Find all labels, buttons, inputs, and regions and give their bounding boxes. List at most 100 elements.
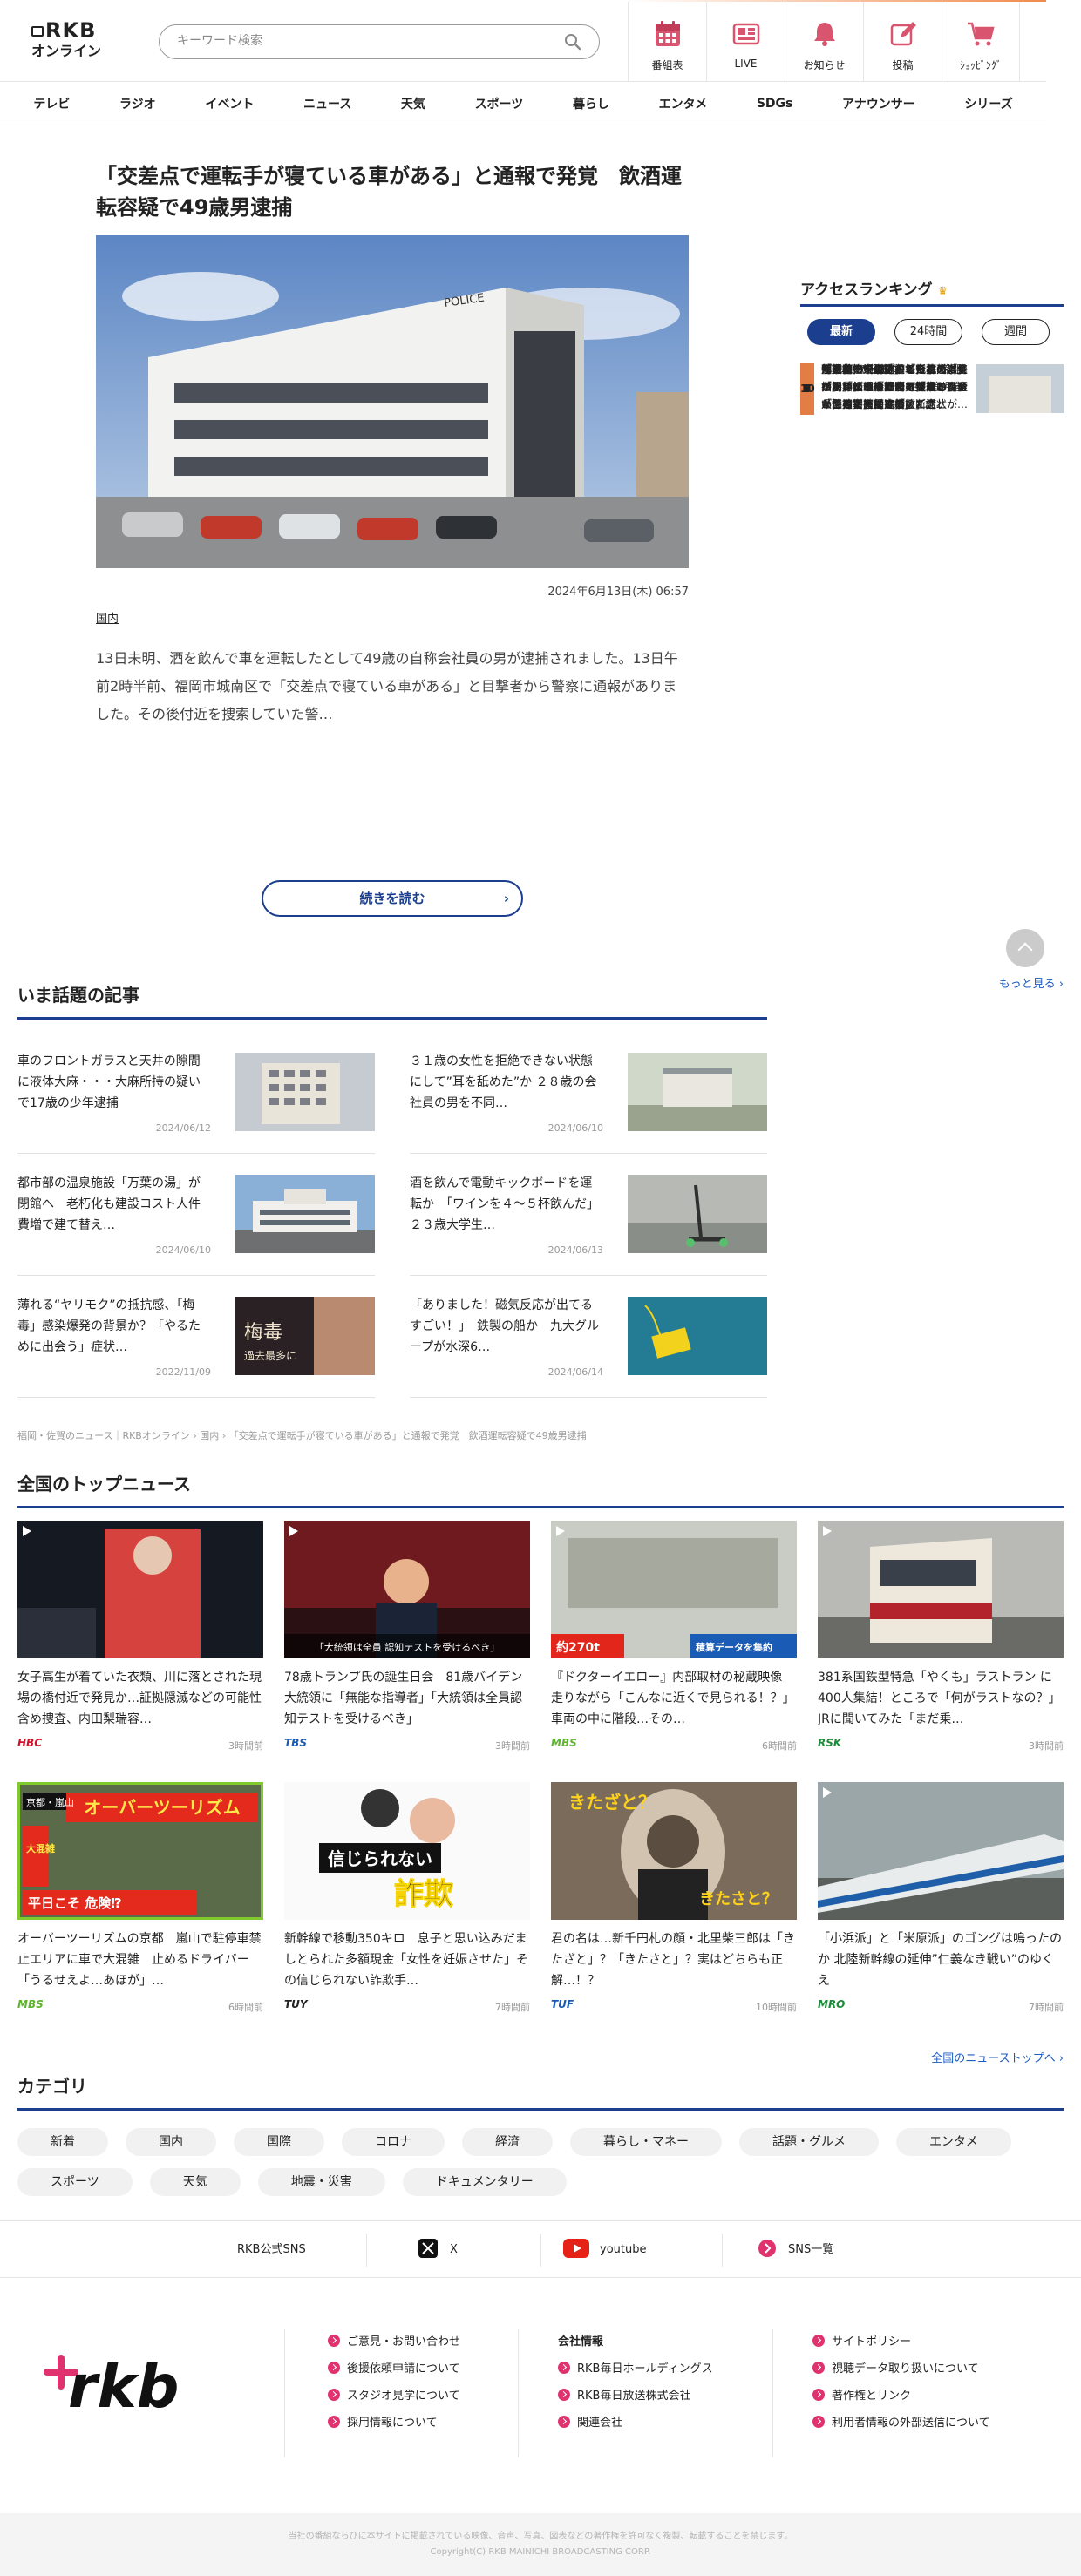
nav-item-announcer[interactable]: アナウンサー xyxy=(842,95,915,112)
scroll-to-top-button[interactable] xyxy=(1006,929,1044,967)
sns-youtube-link[interactable]: youtube xyxy=(563,2221,646,2279)
sns-x-link[interactable]: X xyxy=(418,2221,458,2279)
category-chip[interactable]: 地震・災害 xyxy=(257,2168,385,2196)
ranking-heading-label: アクセスランキング xyxy=(800,281,933,299)
read-more-button[interactable]: 続きを読む › xyxy=(262,880,523,917)
category-chip[interactable]: 国内 xyxy=(126,2128,216,2156)
nav-item-news[interactable]: ニュース xyxy=(303,95,351,112)
footer-link-label: 著作権とリンク xyxy=(832,2390,912,2403)
footer-company-info: 会社情報 RKB毎日ホールディングス RKB毎日放送株式会社 関連会社 xyxy=(558,2329,713,2437)
list-item[interactable]: 車のフロントガラスと天井の隙間に液体大麻・・・大麻所持の疑いで17歳の少年逮捕 … xyxy=(17,1032,375,1154)
footer-link[interactable]: 後援依頼申請について xyxy=(328,2356,460,2383)
breadcrumb[interactable]: 福岡・佐賀のニュース｜RKBオンライン › 国内 › 「交差点で運転手が寝ている… xyxy=(17,1428,587,1442)
nav-item-tv[interactable]: テレビ xyxy=(33,95,70,112)
play-icon xyxy=(23,1526,31,1536)
footer-link-label: 関連会社 xyxy=(577,2417,623,2430)
search-box xyxy=(159,24,600,59)
footer-link[interactable]: 関連会社 xyxy=(558,2410,713,2437)
national-news-top-link[interactable]: 全国のニューストップへ › xyxy=(17,2049,1064,2065)
lead-category-tag[interactable]: 国内 xyxy=(96,609,689,626)
live-button[interactable]: LIVE xyxy=(706,2,785,81)
footer-link[interactable]: 視聴データ取り扱いについて xyxy=(812,2356,990,2383)
copyright-line: Copyright(C) RKB MAINICHI BROADCASTING C… xyxy=(430,2547,651,2557)
list-item[interactable]: 薄れる“ヤリモク”の抵抗感、「梅毒」感染爆発の背景か？「やるために出会う」症状…… xyxy=(17,1276,375,1398)
news-card[interactable]: 「大統領は全員 認知テストを受けるべき」 78歳トランプ氏の誕生日会 81歳バイ… xyxy=(284,1521,530,1779)
news-card[interactable]: 女子高生が着ていた衣類、川に落とされた現場の橋付近で発見か…証拠隠滅などの可能性… xyxy=(17,1521,263,1779)
shopping-button[interactable]: ｼｮｯﾋﾟﾝｸﾞ xyxy=(942,2,1020,81)
footer-link-label: スタジオ見学について xyxy=(347,2390,460,2403)
news-title: 君の名は…新千円札の顔・北里柴三郎は「きたざと」？「きたさと」？実はどちらも正解… xyxy=(551,1932,795,1988)
news-card[interactable]: 「小浜派」と「米原派」のゴングは鳴ったのか 北陸新幹線の延伸”仁義なき戦い”のゆ… xyxy=(818,1782,1064,2040)
footer-link-label: 後援依頼申請について xyxy=(347,2362,460,2376)
site-logo[interactable]: RKB オンライン xyxy=(31,19,110,66)
lead-summary: 13日未明、酒を飲んで車を運転したとして49歳の自称会社員の男が逮捕されました。… xyxy=(96,650,678,722)
nav-item-sports[interactable]: スポーツ xyxy=(475,95,524,112)
list-item[interactable]: 「ありました！磁気反応が出てる すごい！」 鉄製の船か 九大グループが水深6… … xyxy=(410,1276,767,1398)
footer-link[interactable]: 採用情報について xyxy=(328,2410,460,2437)
nav-item-event[interactable]: イベント xyxy=(205,95,254,112)
ranking-more-link[interactable]: もっと見る › xyxy=(999,974,1064,991)
category-chip[interactable]: スポーツ xyxy=(17,2168,133,2196)
list-item[interactable]: ３１歳の女性を拒絶できない状態にして”耳を舐めた”か ２８歳の会社員の男を不同…… xyxy=(410,1032,767,1154)
news-title: 「小浜派」と「米原派」のゴングは鳴ったのか 北陸新幹線の延伸”仁義なき戦い”のゆ… xyxy=(818,1932,1062,1988)
footer-link[interactable]: RKB毎日ホールディングス xyxy=(558,2356,713,2383)
footer-link[interactable]: ご意見・お問い合わせ xyxy=(328,2329,460,2356)
chevron-circle-icon xyxy=(558,2362,570,2374)
notice-button[interactable]: お知らせ xyxy=(785,2,863,81)
nav-item-life[interactable]: 暮らし xyxy=(573,95,609,112)
footer-link[interactable]: スタジオ見学について xyxy=(328,2383,460,2410)
sns-list-link[interactable]: SNS一覧 xyxy=(758,2221,833,2279)
news-time: 7時間前 xyxy=(1029,2002,1064,2013)
national-top-news: 全国のトップニュース 女子高生が着ていた衣類、川に落とされた現場の橋付近で発見か… xyxy=(17,1470,1064,2065)
category-chip[interactable]: 暮らし・マネー xyxy=(570,2128,722,2156)
news-card[interactable]: 約270t 積算データを集約 『ドクターイエロー』内部取材の秘蔵映像 走りながら「… xyxy=(551,1521,797,1779)
lead-photo[interactable]: POLICE xyxy=(96,235,689,568)
footer-link[interactable]: 著作権とリンク xyxy=(812,2383,990,2410)
trending-section: いま話題の記事 車のフロントガラスと天井の隙間に液体大麻・・・大麻所持の疑いで1… xyxy=(17,981,767,1398)
category-chip[interactable]: 新着 xyxy=(17,2128,108,2156)
global-nav: テレビ ラジオ イベント ニュース 天気 スポーツ 暮らし エンタメ SDGs … xyxy=(0,82,1046,125)
sns-youtube-label: youtube xyxy=(600,2243,647,2256)
category-chip[interactable]: コロナ xyxy=(342,2128,445,2156)
program-guide-label: 番組表 xyxy=(651,59,683,71)
crown-icon: ♛ xyxy=(937,285,948,298)
category-chip[interactable]: エンタメ xyxy=(896,2128,1011,2156)
x-icon xyxy=(418,2239,438,2258)
lead-title[interactable]: 「交差点で運転手が寝ている車がある」と通報で発覚 飲酒運転容疑で49歳男逮捕 xyxy=(96,160,689,223)
nav-item-entertainment[interactable]: エンタメ xyxy=(659,95,708,112)
divider xyxy=(540,2234,541,2267)
nav-item-weather[interactable]: 天気 xyxy=(401,95,425,112)
program-guide-button[interactable]: 番組表 xyxy=(628,2,706,81)
category-chip[interactable]: 経済 xyxy=(462,2128,553,2156)
footer-link[interactable]: RKB毎日放送株式会社 xyxy=(558,2383,713,2410)
trending-date: 2024/06/12 xyxy=(155,1122,211,1134)
news-card[interactable]: 信じられない 詐欺 新幹線で移動350キロ 息子と思い込みだましとられた多額現金「… xyxy=(284,1782,530,2040)
news-time: 10時間前 xyxy=(756,2002,797,2013)
page-body: 「交差点で運転手が寝ている車がある」と通報で発覚 飲酒運転容疑で49歳男逮捕 P… xyxy=(0,125,1081,2576)
list-item[interactable]: 酒を飲んで電動キックボードを運転か 「ワインを４～５杯飲んだ」２３歳大学生… 2… xyxy=(410,1154,767,1276)
search-icon[interactable] xyxy=(564,33,581,51)
footer-logo[interactable]: rkb xyxy=(42,2344,199,2422)
tab-latest[interactable]: 最新 xyxy=(807,319,875,345)
category-chip[interactable]: 天気 xyxy=(149,2168,241,2196)
footer-link[interactable]: 利用者情報の外部送信について xyxy=(812,2410,990,2437)
category-chip[interactable]: ドキュメンタリー xyxy=(402,2168,567,2196)
ranking-heading: アクセスランキング ♛ xyxy=(800,277,1064,307)
tab-24h[interactable]: 24時間 xyxy=(894,319,962,345)
search-input[interactable] xyxy=(177,34,543,48)
list-item[interactable]: 都市部の温泉施設「万葉の湯」が閉館へ 老朽化も建設コスト人件費増で建て替え… 2… xyxy=(17,1154,375,1276)
post-button[interactable]: 投稿 xyxy=(863,2,942,81)
news-source: TUY xyxy=(284,1998,308,2010)
news-time: 3時間前 xyxy=(495,1740,530,1752)
news-card[interactable]: きたざと？ きたさと？ 君の名は…新千円札の顔・北里柴三郎は「きたざと」？「きたさ… xyxy=(551,1782,797,2040)
nav-item-radio[interactable]: ラジオ xyxy=(119,95,156,112)
footer-link[interactable]: サイトポリシー xyxy=(812,2329,990,2356)
news-card[interactable]: 381系国鉄型特急「やくも」ラストラン に400人集結！ところで「何がラストなの… xyxy=(818,1521,1064,1779)
category-chip[interactable]: 国際 xyxy=(234,2128,324,2156)
news-card[interactable]: オーバーツーリズム 京都・嵐山 大混雑 平日こそ 危険⁉ オーバーツーリズムの京都 嵐… xyxy=(17,1782,263,2040)
tab-weekly[interactable]: 週間 xyxy=(982,319,1050,345)
nav-item-sdgs[interactable]: SDGs xyxy=(757,97,793,111)
logo-text: RKB xyxy=(45,18,97,43)
category-chip[interactable]: 話題・グルメ xyxy=(739,2128,879,2156)
nav-item-series[interactable]: シリーズ xyxy=(964,95,1012,112)
